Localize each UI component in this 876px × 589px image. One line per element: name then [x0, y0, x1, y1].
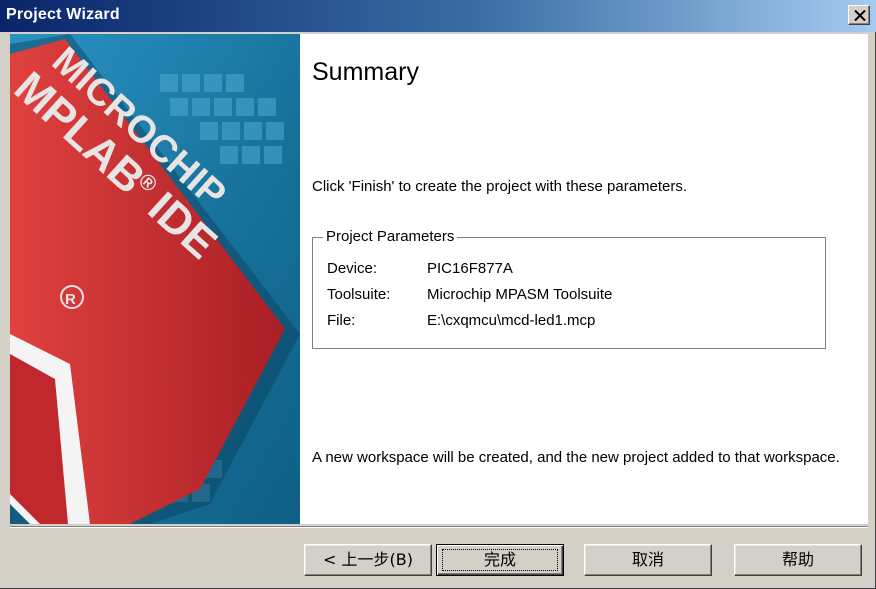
close-button[interactable]	[848, 5, 870, 25]
close-icon	[854, 10, 866, 21]
project-wizard-window: Project Wizard MICROCHIP MPLAB IDE ® R S…	[0, 0, 876, 589]
back-button[interactable]: < 上一步(B)	[304, 544, 432, 576]
param-label: Toolsuite:	[327, 286, 391, 303]
project-parameters-group: Project Parameters Device: PIC16F877A To…	[312, 228, 826, 349]
page-title: Summary	[312, 58, 419, 86]
group-title: Project Parameters	[323, 228, 458, 245]
workspace-note: A new workspace will be created, and the…	[312, 449, 840, 466]
param-label: Device:	[327, 260, 378, 277]
mplab-banner-image: MICROCHIP MPLAB IDE ® R	[10, 34, 300, 524]
param-value: E:\cxqmcu\mcd-led1.mcp	[427, 312, 596, 329]
intro-text: Click 'Finish' to create the project wit…	[312, 178, 688, 195]
param-label: File:	[327, 312, 356, 329]
banner-registered-mark-large: R	[65, 291, 76, 308]
help-button[interactable]: 帮助	[734, 544, 862, 576]
param-value: Microchip MPASM Toolsuite	[427, 286, 613, 303]
summary-panel: Summary Click 'Finish' to create the pro…	[300, 34, 868, 524]
window-title: Project Wizard	[6, 6, 120, 23]
cancel-button[interactable]: 取消	[584, 544, 712, 576]
focus-rectangle	[442, 549, 558, 571]
button-separator	[10, 526, 868, 528]
title-bar[interactable]: Project Wizard	[0, 0, 876, 32]
finish-button[interactable]: 完成	[436, 544, 564, 576]
param-value: PIC16F877A	[427, 260, 513, 277]
